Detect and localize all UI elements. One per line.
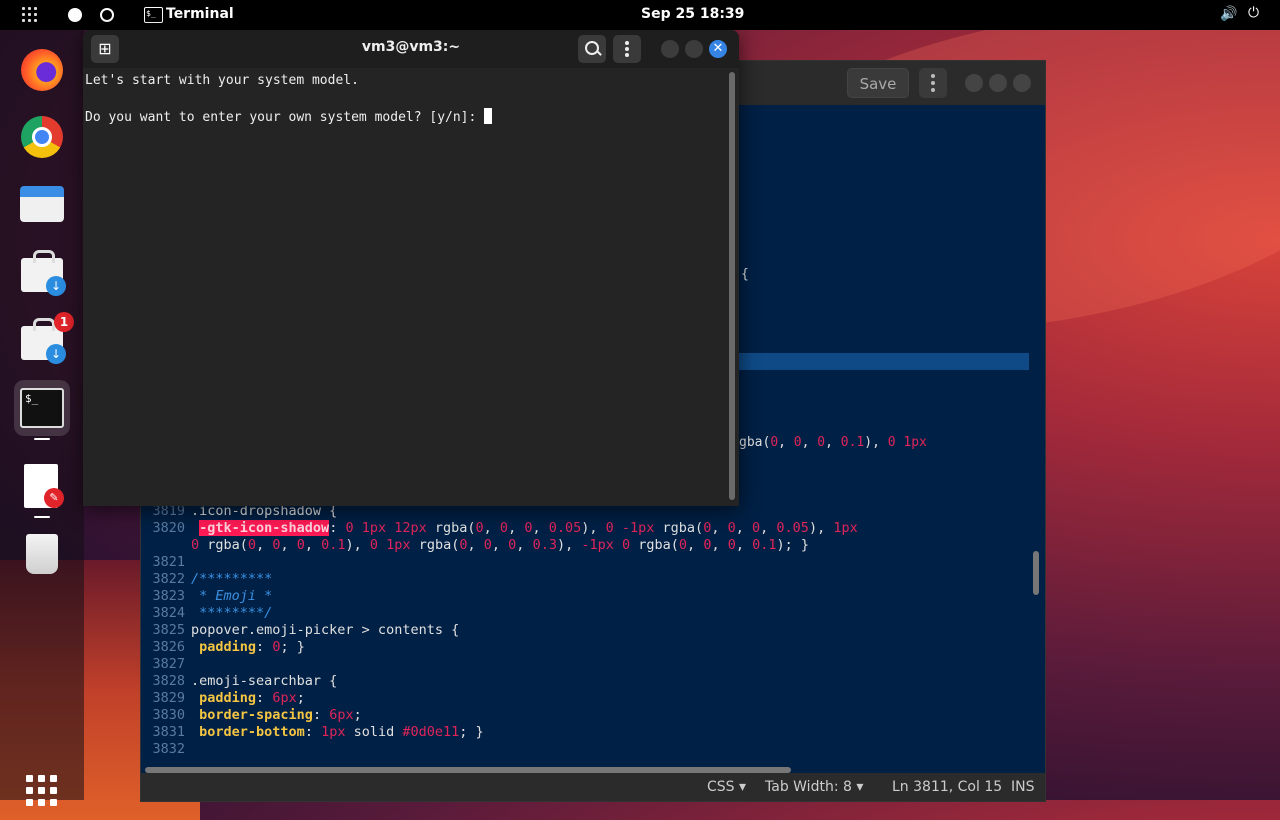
search-button[interactable] — [578, 35, 606, 63]
dock-files[interactable] — [14, 176, 70, 232]
code-line: 3821 — [152, 554, 185, 570]
app-menu-label[interactable]: Terminal — [166, 6, 234, 22]
code-line: 3831 border-bottom: 1px solid #0d0e11; } — [152, 724, 484, 740]
insert-mode[interactable]: INS — [1011, 779, 1035, 795]
tab-width-label: Tab Width: 8 — [765, 779, 852, 795]
new-tab-button[interactable]: ⊞ — [91, 35, 119, 63]
clock[interactable]: Sep 25 18:39 — [641, 6, 744, 22]
code-fragment-brace: { — [741, 267, 749, 282]
terminal-menu-button[interactable] — [613, 35, 641, 63]
code-line: 3824 ********/ — [152, 605, 273, 621]
power-icon[interactable]: ⏻ — [1248, 5, 1259, 21]
code-line: 3823 * Emoji * — [152, 588, 273, 604]
dock-software[interactable]: ↓ — [14, 246, 70, 302]
terminal-window[interactable]: ⊞ vm3@vm3:~ ✕ Let's start with your syst… — [83, 30, 739, 506]
code-line: 3822/********* — [152, 571, 273, 587]
editor-maximize-button[interactable] — [989, 74, 1007, 92]
download-arrow-icon: ↓ — [46, 276, 66, 296]
download-arrow-icon: ↓ — [46, 344, 66, 364]
editor-statusbar: CSS ▾ Tab Width: 8 ▾ Ln 3811, Col 15 INS — [141, 773, 1045, 801]
dock-terminal[interactable]: $_ — [14, 380, 70, 440]
dock-text-editor[interactable]: ✎ — [14, 458, 70, 518]
new-tab-icon: ⊞ — [98, 39, 112, 58]
terminal-headerbar: ⊞ vm3@vm3:~ ✕ — [83, 30, 739, 68]
code-line: 3820 -gtk-icon-shadow: 0 1px 12px rgba(0… — [152, 520, 858, 536]
text-cursor — [484, 108, 493, 124]
cursor-position[interactable]: Ln 3811, Col 15 — [892, 779, 1002, 795]
code-lines: 3819 .icon-dropshadow { 3820 -gtk-icon-sh… — [141, 503, 858, 758]
save-button[interactable]: Save — [847, 68, 909, 98]
code-line: 3826 padding: 0; } — [152, 639, 305, 655]
code-line: 3832 — [152, 741, 185, 757]
terminal-scrollbar[interactable] — [729, 72, 735, 500]
files-folder-icon — [20, 186, 64, 222]
pencil-icon: ✎ — [44, 488, 64, 508]
editor-menu-button[interactable] — [919, 68, 947, 98]
workspace-2-indicator[interactable] — [100, 8, 114, 22]
tab-width-selector[interactable]: Tab Width: 8 ▾ — [765, 779, 863, 795]
dock-firefox[interactable] — [14, 42, 70, 98]
running-indicator — [34, 438, 50, 440]
running-indicator — [34, 516, 50, 518]
terminal-app-icon: $_ — [144, 7, 163, 23]
terminal-line: Let's start with your system model. — [85, 73, 359, 88]
terminal-close-button[interactable]: ✕ — [709, 40, 727, 58]
code-line: 3830 border-spacing: 6px; — [152, 707, 362, 723]
terminal-output[interactable]: Let's start with your system model. Do y… — [83, 68, 727, 506]
editor-minimize-button[interactable] — [965, 74, 983, 92]
trash-icon — [26, 534, 58, 574]
top-bar: $_ Terminal Sep 25 18:39 🔊 ⏻ — [0, 0, 1280, 30]
current-line-highlight — [739, 353, 1029, 370]
code-line: 3829 padding: 6px; — [152, 690, 305, 706]
terminal-icon: $_ — [20, 388, 64, 428]
code-line: 3825 popover.emoji-picker > contents { — [152, 622, 460, 638]
editor-close-button[interactable] — [1013, 74, 1031, 92]
terminal-maximize-button[interactable] — [685, 40, 703, 58]
terminal-minimize-button[interactable] — [661, 40, 679, 58]
dock: ↓ ↓ 1 $_ ✎ — [0, 30, 84, 806]
code-line: 3827 — [152, 656, 185, 672]
code-line: 0 rgba(0, 0, 0, 0.1), 0 1px rgba(0, 0, 0… — [191, 537, 810, 553]
volume-icon[interactable]: 🔊 — [1220, 6, 1237, 22]
activities-grid-icon[interactable] — [22, 7, 38, 23]
chrome-icon — [21, 116, 63, 158]
updates-badge: 1 — [54, 312, 74, 332]
workspace-1-indicator[interactable] — [68, 8, 82, 22]
firefox-icon — [21, 49, 63, 91]
language-label: CSS — [707, 779, 735, 795]
dock-trash[interactable] — [14, 526, 70, 582]
dock-software-updater[interactable]: ↓ 1 — [14, 312, 74, 370]
show-applications-icon[interactable] — [26, 775, 58, 807]
close-icon: ✕ — [712, 41, 724, 56]
terminal-prompt: Do you want to enter your own system mod… — [85, 110, 485, 125]
code-line: 3828 .emoji-searchbar { — [152, 673, 338, 689]
language-selector[interactable]: CSS ▾ — [707, 779, 746, 795]
dock-chrome[interactable] — [14, 109, 70, 165]
editor-vertical-scrollbar[interactable] — [1033, 551, 1039, 595]
code-fragment-rgba: gba(0, 0, 0, 0.1), 0 1px — [739, 435, 927, 450]
